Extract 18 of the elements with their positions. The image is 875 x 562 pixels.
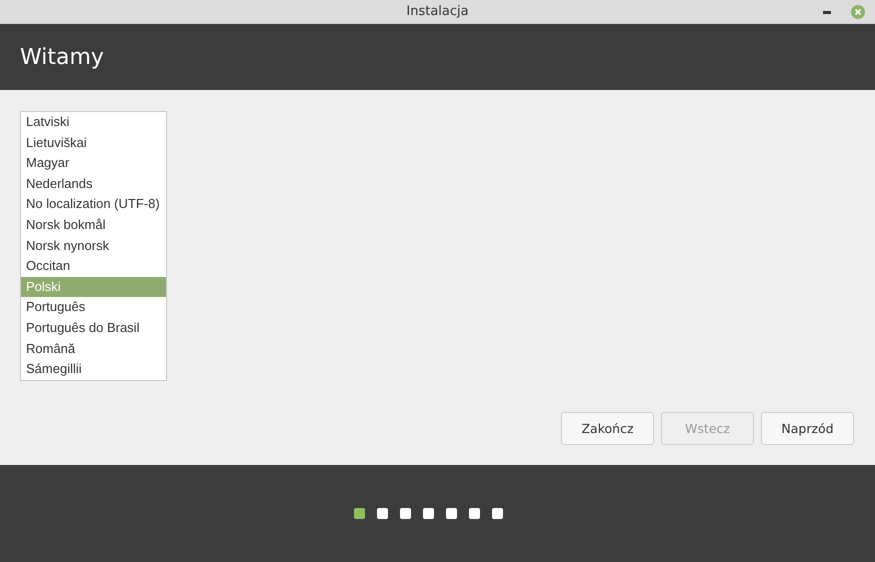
- language-item[interactable]: Magyar: [21, 153, 166, 174]
- language-item[interactable]: Sámegillii: [21, 359, 166, 380]
- language-item[interactable]: Latviski: [21, 112, 166, 133]
- language-item[interactable]: Norsk bokmål: [21, 214, 166, 236]
- nav-button[interactable]: Naprzód: [761, 412, 854, 445]
- nav-button[interactable]: Zakończ: [561, 412, 654, 445]
- language-item[interactable]: Português: [21, 297, 166, 318]
- language-item[interactable]: Lietuviškai: [21, 132, 166, 154]
- language-list[interactable]: Latviski Lietuviškai Magyar Nederlands No localization (UTF-8) Norsk bokmål Norsk nynorsk Occitan Polski Português Português do Brasil Română Sámegillii: [20, 111, 167, 381]
- page-title: Witamy: [20, 44, 104, 70]
- language-item[interactable]: Norsk nynorsk: [21, 236, 166, 256]
- language-item[interactable]: Română: [21, 338, 166, 360]
- language-item[interactable]: Occitan: [21, 256, 166, 277]
- language-item[interactable]: Nederlands: [21, 174, 166, 194]
- window-title: Instalacja: [406, 4, 469, 19]
- language-item[interactable]: No localization (UTF-8): [21, 194, 166, 215]
- minimize-icon[interactable]: [823, 10, 831, 14]
- language-item[interactable]: Português do Brasil: [21, 318, 166, 339]
